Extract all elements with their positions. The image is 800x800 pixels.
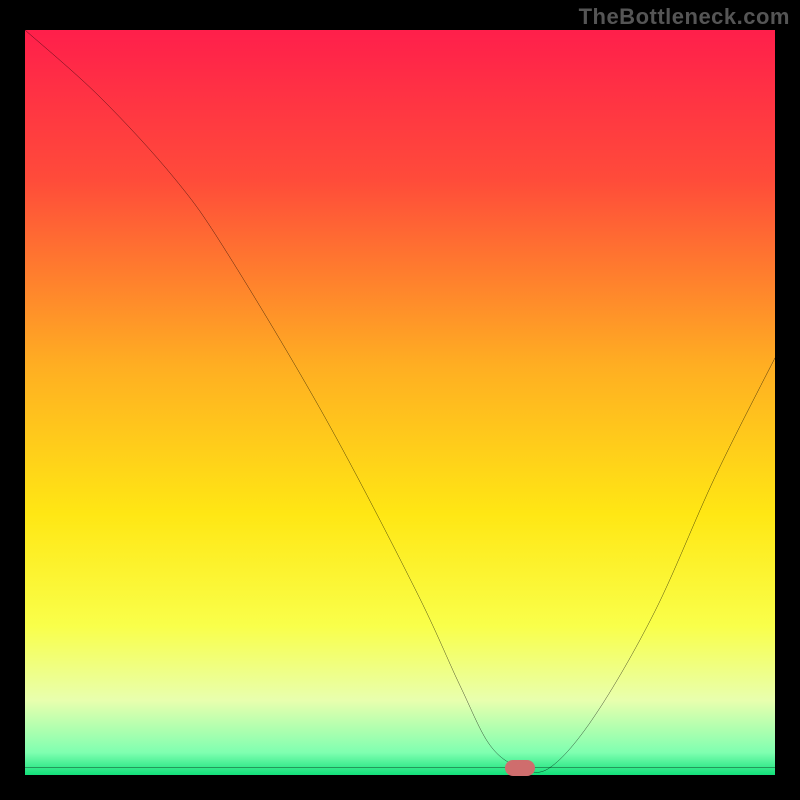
gradient-rect (25, 30, 775, 775)
chart-svg (25, 30, 775, 775)
plot-area (25, 30, 775, 775)
chart-frame: TheBottleneck.com (0, 0, 800, 800)
optimal-marker (505, 760, 535, 776)
watermark-text: TheBottleneck.com (579, 4, 790, 30)
